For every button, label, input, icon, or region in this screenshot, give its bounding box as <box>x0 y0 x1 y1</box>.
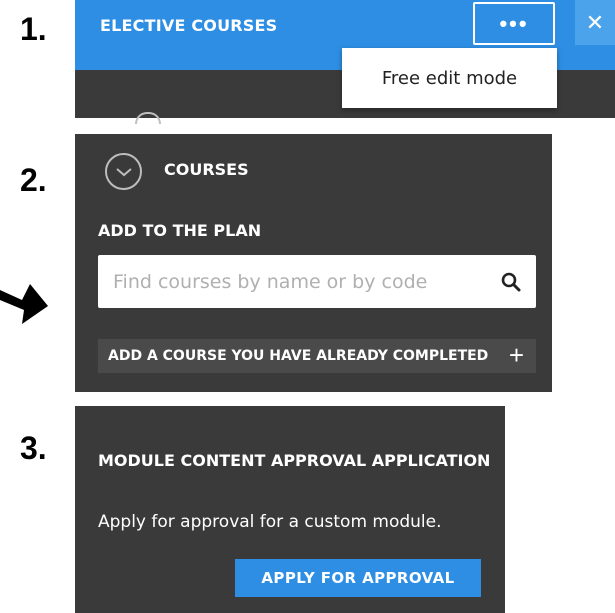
panel-title: ELECTIVE COURSES <box>100 16 278 35</box>
courses-panel: COURSES ADD TO THE PLAN ADD A COURSE YOU… <box>75 134 552 392</box>
step-number-2: 2. <box>20 162 47 198</box>
add-completed-course-label: ADD A COURSE YOU HAVE ALREADY COMPLETED <box>108 348 489 364</box>
free-edit-mode-item[interactable]: Free edit mode <box>382 68 517 89</box>
expand-toggle-button[interactable] <box>105 153 142 190</box>
module-approval-description: Apply for approval for a custom module. <box>98 512 442 532</box>
add-to-plan-label: ADD TO THE PLAN <box>98 221 262 240</box>
course-search <box>98 255 536 308</box>
module-approval-panel: MODULE CONTENT APPROVAL APPLICATION Appl… <box>75 406 505 613</box>
add-completed-course-button[interactable]: ADD A COURSE YOU HAVE ALREADY COMPLETED … <box>98 339 536 373</box>
close-button[interactable]: ✕ <box>575 0 615 45</box>
ellipsis-icon: ••• <box>499 10 529 36</box>
collapse-toggle-icon <box>135 112 161 124</box>
more-options-button[interactable]: ••• <box>473 2 555 45</box>
apply-for-approval-button[interactable]: APPLY FOR APPROVAL <box>235 559 481 597</box>
module-approval-title: MODULE CONTENT APPROVAL APPLICATION <box>98 451 491 470</box>
search-input[interactable] <box>98 255 488 308</box>
arrow-icon <box>0 284 48 324</box>
step-number-3: 3. <box>20 430 47 466</box>
plus-icon: + <box>508 340 524 370</box>
search-icon[interactable] <box>500 271 522 293</box>
options-dropdown: Free edit mode <box>342 48 557 108</box>
elective-courses-panel: ELECTIVE COURSES ••• ✕ Free edit mode <box>75 0 615 124</box>
close-icon: ✕ <box>585 9 605 35</box>
section-title: COURSES <box>164 160 249 179</box>
chevron-down-icon <box>115 167 132 176</box>
step-number-1: 1. <box>20 11 47 47</box>
